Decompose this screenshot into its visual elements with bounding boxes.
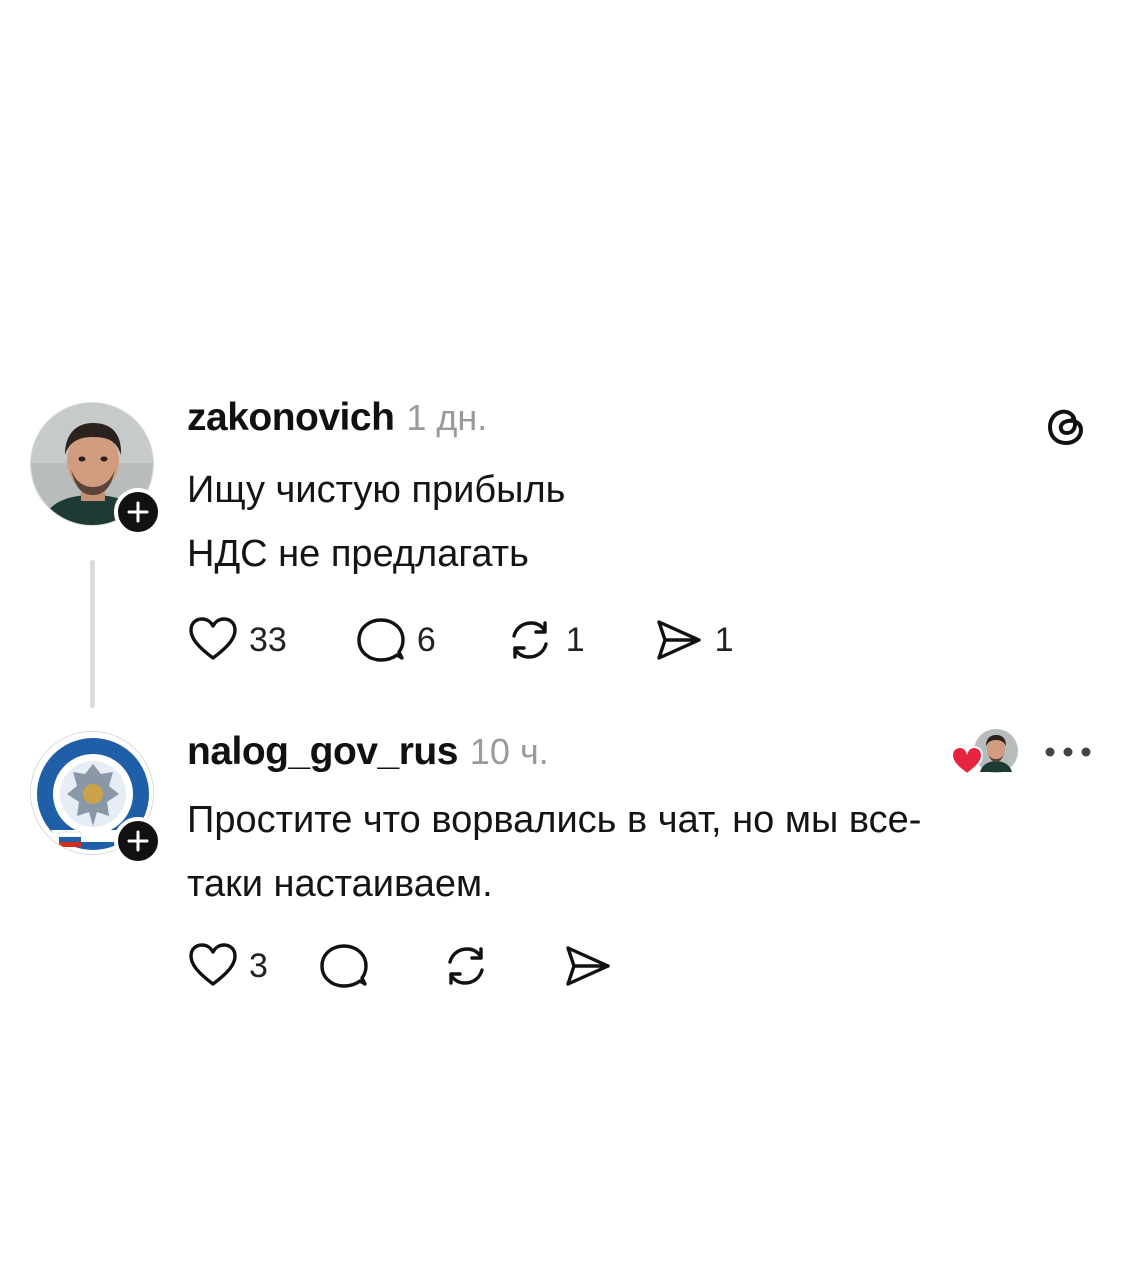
heart-icon (189, 943, 237, 986)
heart-icon (189, 617, 237, 660)
thread-connector-line (90, 560, 95, 708)
post-time: 10 ч. (469, 731, 549, 772)
post-header-zakonovich: zakonovich 1 дн. (187, 396, 487, 440)
send-icon (656, 620, 701, 660)
follow-button-zakonovich[interactable] (114, 488, 162, 536)
reply-button[interactable] (318, 940, 370, 992)
post-actions-zakonovich: 33 6 1 1 (187, 614, 734, 666)
liked-by-avatar-icon[interactable] (950, 726, 1022, 778)
repost-count: 1 (565, 620, 585, 659)
like-count: 33 (249, 620, 287, 659)
post-header-nalog-gov-rus: nalog_gov_rus 10 ч. (187, 730, 549, 774)
plus-icon (127, 501, 149, 523)
send-icon (566, 946, 610, 986)
like-button[interactable]: 3 (187, 940, 268, 992)
comment-bubble-icon (357, 618, 405, 662)
like-count: 3 (249, 946, 268, 985)
like-button[interactable]: 33 (187, 614, 287, 666)
share-button[interactable] (562, 940, 614, 992)
post-text-line: таки настаиваем. (187, 863, 493, 905)
repost-button[interactable]: 1 (504, 614, 585, 666)
more-options-icon[interactable] (1040, 738, 1096, 766)
post-text-line: Ищу чистую прибыль (187, 469, 566, 511)
post-body-zakonovich: Ищу чистую прибыль НДС не предлагать (187, 458, 565, 586)
reply-count: 6 (416, 620, 436, 659)
post-time: 1 дн. (406, 397, 488, 438)
repost-icon (512, 621, 548, 659)
thread-container: zakonovich 1 дн. Ищу чистую прибыль НДС … (0, 0, 1138, 1280)
repost-icon (448, 947, 484, 985)
share-count: 1 (714, 620, 734, 659)
post-body-nalog-gov-rus: Простите что ворвались в чат, но мы все-… (187, 788, 921, 916)
repost-button[interactable] (440, 940, 492, 992)
reply-button[interactable]: 6 (355, 614, 436, 666)
plus-icon (127, 830, 149, 852)
follow-button-nalog-gov-rus[interactable] (114, 817, 162, 865)
username[interactable]: nalog_gov_rus (187, 730, 458, 774)
post-actions-nalog-gov-rus: 3 (187, 940, 614, 992)
comment-bubble-icon (320, 944, 368, 988)
threads-logo-icon[interactable] (1040, 400, 1092, 452)
post-text-line: НДС не предлагать (187, 533, 529, 575)
post-text-line: Простите что ворвались в чат, но мы все- (187, 799, 922, 841)
share-button[interactable]: 1 (653, 614, 734, 666)
username[interactable]: zakonovich (187, 396, 395, 440)
